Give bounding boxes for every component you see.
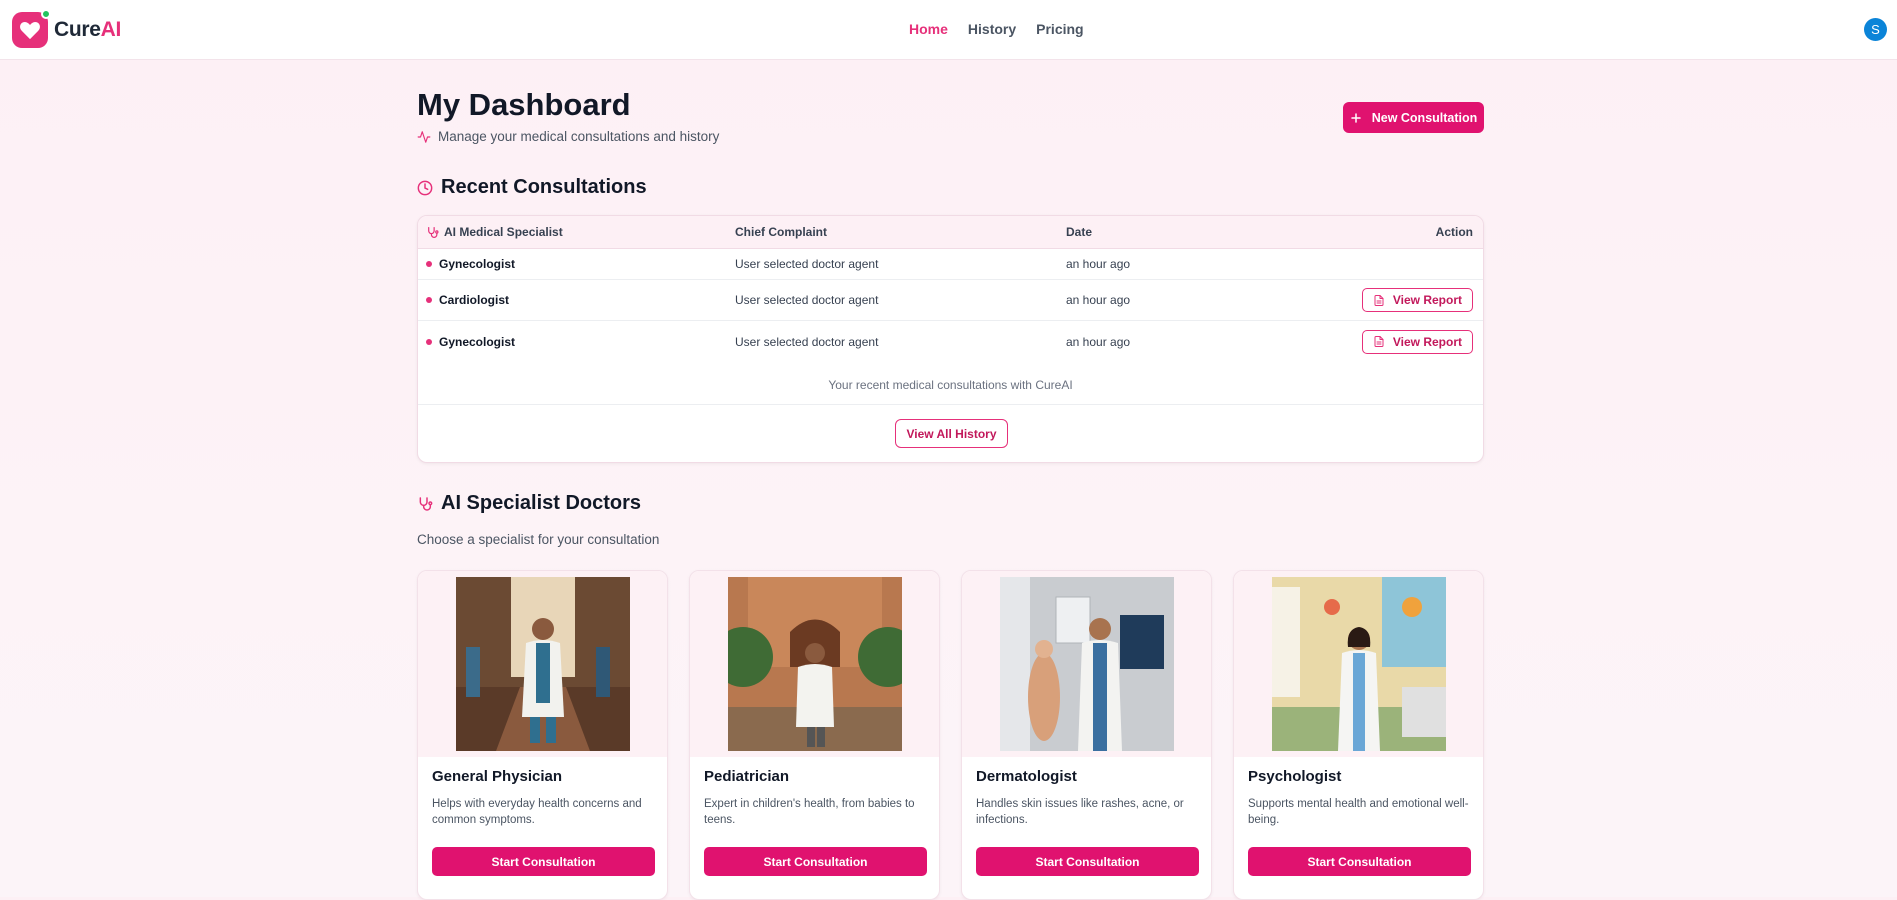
start-consultation-button[interactable]: Start Consultation — [976, 847, 1199, 876]
doctor-name: Psychologist — [1248, 768, 1342, 785]
doctor-description: Helps with everyday health concerns and … — [432, 798, 642, 826]
doctor-card-pediatrician: Pediatrician Expert in children's health… — [689, 570, 940, 900]
start-consultation-button[interactable]: Start Consultation — [1248, 847, 1471, 876]
specialists-heading: AI Specialist Doctors — [417, 492, 641, 515]
doctor-description: Supports mental health and emotional wel… — [1248, 798, 1469, 826]
doctor-name: Pediatrician — [704, 768, 790, 785]
recent-consultations-heading: Recent Consultations — [417, 176, 647, 199]
specialists-subtitle: Choose a specialist for your consultatio… — [417, 532, 660, 547]
doctor-card-general-physician: General Physician Helps with everyday he… — [417, 570, 668, 900]
start-consultation-button[interactable]: Start Consultation — [704, 847, 927, 876]
doctor-portrait-image — [456, 577, 630, 751]
doctor-portrait-image — [1000, 577, 1174, 751]
doctor-name: General Physician — [432, 768, 563, 785]
row-bullet — [426, 261, 432, 267]
nav-home[interactable]: Home — [909, 21, 948, 37]
clock-icon — [417, 180, 433, 195]
new-consultation-button[interactable]: New Consultation — [1343, 102, 1484, 133]
plus-icon — [1350, 112, 1361, 123]
page-title: My Dashboard — [417, 87, 631, 122]
doctor-portrait-image — [1272, 577, 1446, 751]
view-report-button[interactable]: View Report — [1361, 329, 1473, 354]
table-footer: View All History — [418, 404, 1483, 462]
top-navbar: CureAI Home History Pricing S — [0, 0, 1897, 60]
table-row: Gynecologist User selected doctor agent … — [418, 249, 1483, 280]
doctor-portrait-image — [728, 577, 902, 751]
stethoscope-icon — [419, 496, 433, 511]
start-consultation-button[interactable]: Start Consultation — [432, 847, 655, 876]
table-header: AI Medical Specialist Chief Complaint Da… — [418, 216, 1483, 249]
main-nav: Home History Pricing — [909, 21, 1084, 37]
activity-icon — [417, 130, 431, 143]
user-avatar[interactable]: S — [1864, 18, 1887, 41]
logo[interactable]: CureAI — [12, 9, 122, 48]
consultations-table: AI Medical Specialist Chief Complaint Da… — [417, 215, 1484, 463]
doctor-description: Handles skin issues like rashes, acne, o… — [976, 798, 1184, 826]
row-bullet — [426, 338, 432, 345]
brand-name: CureAI — [54, 18, 122, 41]
table-row: Cardiologist User selected doctor agent … — [418, 280, 1483, 321]
doctor-description: Expert in children's health, from babies… — [704, 798, 915, 826]
file-text-icon — [1374, 336, 1384, 347]
doctor-name: Dermatologist — [976, 768, 1077, 785]
heart-logo-icon — [12, 9, 51, 48]
view-all-history-button[interactable]: View All History — [895, 419, 1008, 448]
table-row: Gynecologist User selected doctor agent … — [418, 321, 1483, 362]
nav-history[interactable]: History — [968, 21, 1016, 37]
online-status-dot — [41, 9, 51, 19]
page-subtitle: Manage your medical consultations and hi… — [417, 129, 719, 144]
row-bullet — [426, 297, 432, 303]
doctor-card-psychologist: Psychologist Supports mental health and … — [1233, 570, 1484, 900]
view-report-button[interactable]: View Report — [1361, 288, 1473, 312]
file-text-icon — [1374, 294, 1384, 306]
doctor-card-dermatologist: Dermatologist Handles skin issues like r… — [961, 570, 1212, 900]
nav-pricing[interactable]: Pricing — [1036, 21, 1083, 37]
table-caption: Your recent medical consultations with C… — [828, 378, 1073, 392]
stethoscope-icon — [428, 226, 439, 238]
